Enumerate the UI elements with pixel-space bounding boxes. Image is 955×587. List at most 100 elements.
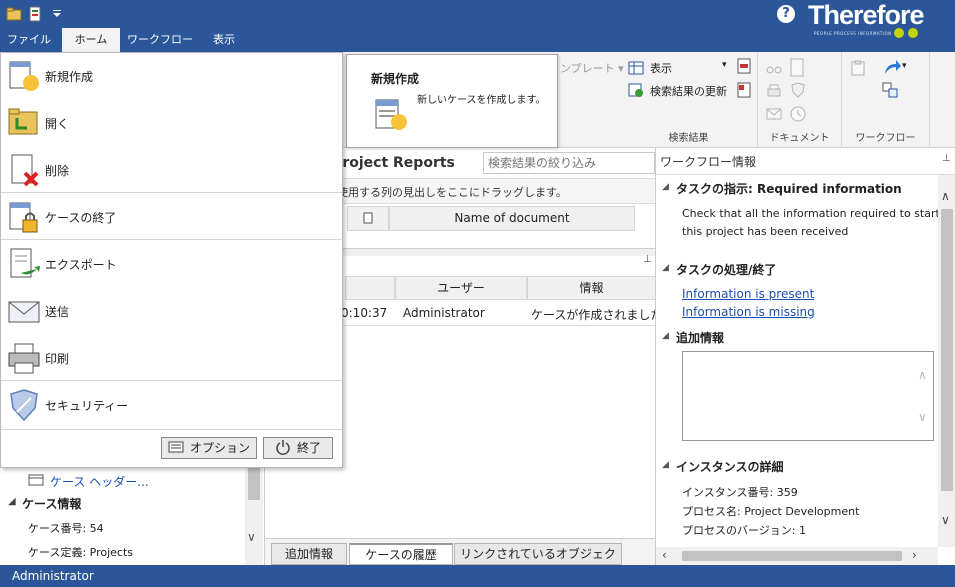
open-folder-icon	[8, 108, 38, 135]
scroll-left-icon[interactable]: ‹	[662, 548, 667, 562]
menu-item-export[interactable]: エクスポート	[1, 241, 342, 287]
refresh-results-button[interactable]: 検索結果の更新	[650, 83, 727, 99]
clipboard-icon[interactable]	[850, 60, 866, 76]
table-view-icon[interactable]	[628, 60, 644, 76]
right-scroll-thumb[interactable]	[941, 209, 953, 491]
menu-item-send[interactable]: 送信	[1, 288, 342, 334]
ribbon-group-search: 表示 ▾ 検索結果の更新 検索結果	[620, 52, 758, 148]
history-info: ケースが作成されました	[531, 308, 663, 322]
tab-additional-info[interactable]: 追加情報	[271, 543, 347, 565]
case-number: ケース番号: 54	[28, 522, 104, 535]
ribbon-group-document: ドキュメント	[758, 52, 842, 148]
scroll-up-icon[interactable]: ∧	[941, 189, 950, 203]
right-hscrollbar[interactable]: ‹ ›	[656, 547, 938, 565]
shield-icon[interactable]	[790, 82, 806, 98]
left-scrollbar[interactable]: ∨	[245, 468, 263, 565]
column-header-user[interactable]: ユーザー	[395, 276, 527, 300]
view-dropdown-icon[interactable]: ▾	[722, 60, 727, 70]
group-drop-hint: 使用する列の見出しをここにドラッグします。	[337, 186, 567, 199]
power-icon	[276, 440, 290, 455]
document-icon[interactable]	[788, 58, 808, 78]
print-icon[interactable]	[766, 84, 782, 100]
menu-item-open[interactable]: 開く	[1, 100, 342, 146]
tab-linked-objects[interactable]: リンクされているオブジェクト	[454, 543, 622, 581]
tab-view[interactable]: 表示	[202, 28, 246, 52]
collapse-arrow-icon[interactable]: ◢	[8, 496, 16, 507]
template-button[interactable]: ンプレート ▾	[560, 60, 624, 76]
scroll-down-icon[interactable]: ∨	[941, 513, 950, 527]
menu-item-delete[interactable]: 削除	[1, 147, 342, 193]
exit-button[interactable]: 終了	[263, 437, 333, 459]
tab-file[interactable]: ファイル	[0, 28, 58, 52]
menu-item-label: エクスポート	[45, 258, 117, 272]
right-scrollbar[interactable]: ∧ ∨	[938, 175, 955, 547]
printer-icon	[8, 343, 40, 374]
workflow-dropdown-icon[interactable]: ▾	[902, 61, 907, 71]
task-title: タスクの指示: Required information	[676, 182, 902, 196]
options-button[interactable]: オプション	[161, 437, 257, 459]
extra-info-textarea[interactable]	[682, 351, 934, 441]
tab-home[interactable]: ホーム	[62, 28, 120, 52]
menu-item-close-case[interactable]: ケースの終了	[1, 194, 342, 240]
column-header-info[interactable]: 情報	[527, 276, 656, 300]
scroll-right-icon[interactable]: ›	[912, 548, 917, 562]
column-header-name[interactable]: Name of document	[389, 206, 635, 231]
collapse-arrow-icon[interactable]: ◢	[662, 331, 669, 341]
menu-item-print[interactable]: 印刷	[1, 335, 342, 381]
task-text-2: this project has been received	[682, 225, 849, 238]
instance-title: インスタンスの詳細	[676, 460, 784, 474]
hscroll-thumb[interactable]	[682, 551, 902, 561]
logo-dot	[894, 28, 904, 38]
case-header-link[interactable]: ケース ヘッダー...	[50, 473, 149, 490]
print-preview-icon[interactable]	[736, 58, 752, 74]
menu-item-label: 削除	[45, 164, 70, 178]
workflow-diagram-icon[interactable]	[882, 82, 898, 98]
email-icon[interactable]	[766, 106, 782, 122]
menu-item-new[interactable]: 新規作成	[1, 53, 342, 99]
pin-icon[interactable]: ⊥	[942, 153, 951, 164]
column-header-time[interactable]	[345, 276, 395, 300]
process-version: プロセスのバージョン: 1	[682, 524, 806, 537]
tab-workflow[interactable]: ワークフロー	[122, 28, 198, 52]
file-menu: 新規作成 開く 削除 ケースの終了 エクスポート 送信 印刷 セキュリティー オ…	[0, 52, 343, 468]
tab-case-history[interactable]: ケースの履歴	[349, 543, 453, 565]
glasses-icon[interactable]	[766, 60, 782, 76]
tooltip-text: 新しいケースを作成します。	[417, 95, 546, 106]
folder-icon[interactable]	[6, 6, 22, 22]
link-information-missing[interactable]: Information is missing	[682, 305, 815, 319]
pin-icon[interactable]: ⊥	[643, 254, 652, 265]
options-icon	[168, 441, 184, 453]
case-definition: ケース定義: Projects	[28, 546, 134, 559]
view-button[interactable]: 表示	[650, 60, 672, 76]
new-case-icon	[375, 99, 407, 130]
refresh-results-icon[interactable]	[628, 82, 644, 98]
scroll-down-icon[interactable]: ∨	[247, 530, 256, 544]
document-column-icon	[363, 212, 373, 224]
document-add-icon[interactable]	[28, 6, 44, 22]
filter-input[interactable]	[483, 152, 655, 174]
collapse-arrow-icon[interactable]: ◢	[662, 263, 669, 273]
group-label-search: 検索結果	[668, 133, 709, 144]
clock-icon[interactable]	[790, 106, 806, 122]
collapse-arrow-icon[interactable]: ◢	[662, 182, 669, 192]
menu-item-label: 送信	[45, 305, 70, 319]
status-user: Administrator	[12, 569, 94, 583]
task-text-1: Check that all the information required …	[682, 207, 940, 220]
ribbon-tabs: ファイル ホーム ワークフロー 表示	[0, 28, 955, 52]
new-case-tooltip: 新規作成 新しいケースを作成します。	[346, 54, 558, 148]
export-results-icon[interactable]	[736, 82, 752, 98]
menu-item-label: 開く	[45, 117, 70, 131]
textarea-scroll-down-icon[interactable]: ∨	[918, 410, 927, 424]
menu-item-security[interactable]: セキュリティー	[1, 382, 342, 428]
logo-dot	[908, 28, 918, 38]
column-header-icon[interactable]	[347, 206, 389, 231]
textarea-scroll-up-icon[interactable]: ∧	[918, 368, 927, 382]
workflow-info-pane: ワークフロー情報 ⊥ ◢ タスクの指示: Required informatio…	[655, 148, 955, 565]
forward-arrow-icon[interactable]	[882, 58, 902, 78]
left-scroll-thumb[interactable]	[248, 468, 260, 500]
menu-item-label: セキュリティー	[45, 399, 129, 413]
collapse-arrow-icon[interactable]: ◢	[662, 460, 669, 470]
quick-access-dropdown-icon[interactable]	[52, 9, 62, 19]
help-icon[interactable]: ?	[777, 5, 795, 23]
link-information-present[interactable]: Information is present	[682, 287, 814, 301]
